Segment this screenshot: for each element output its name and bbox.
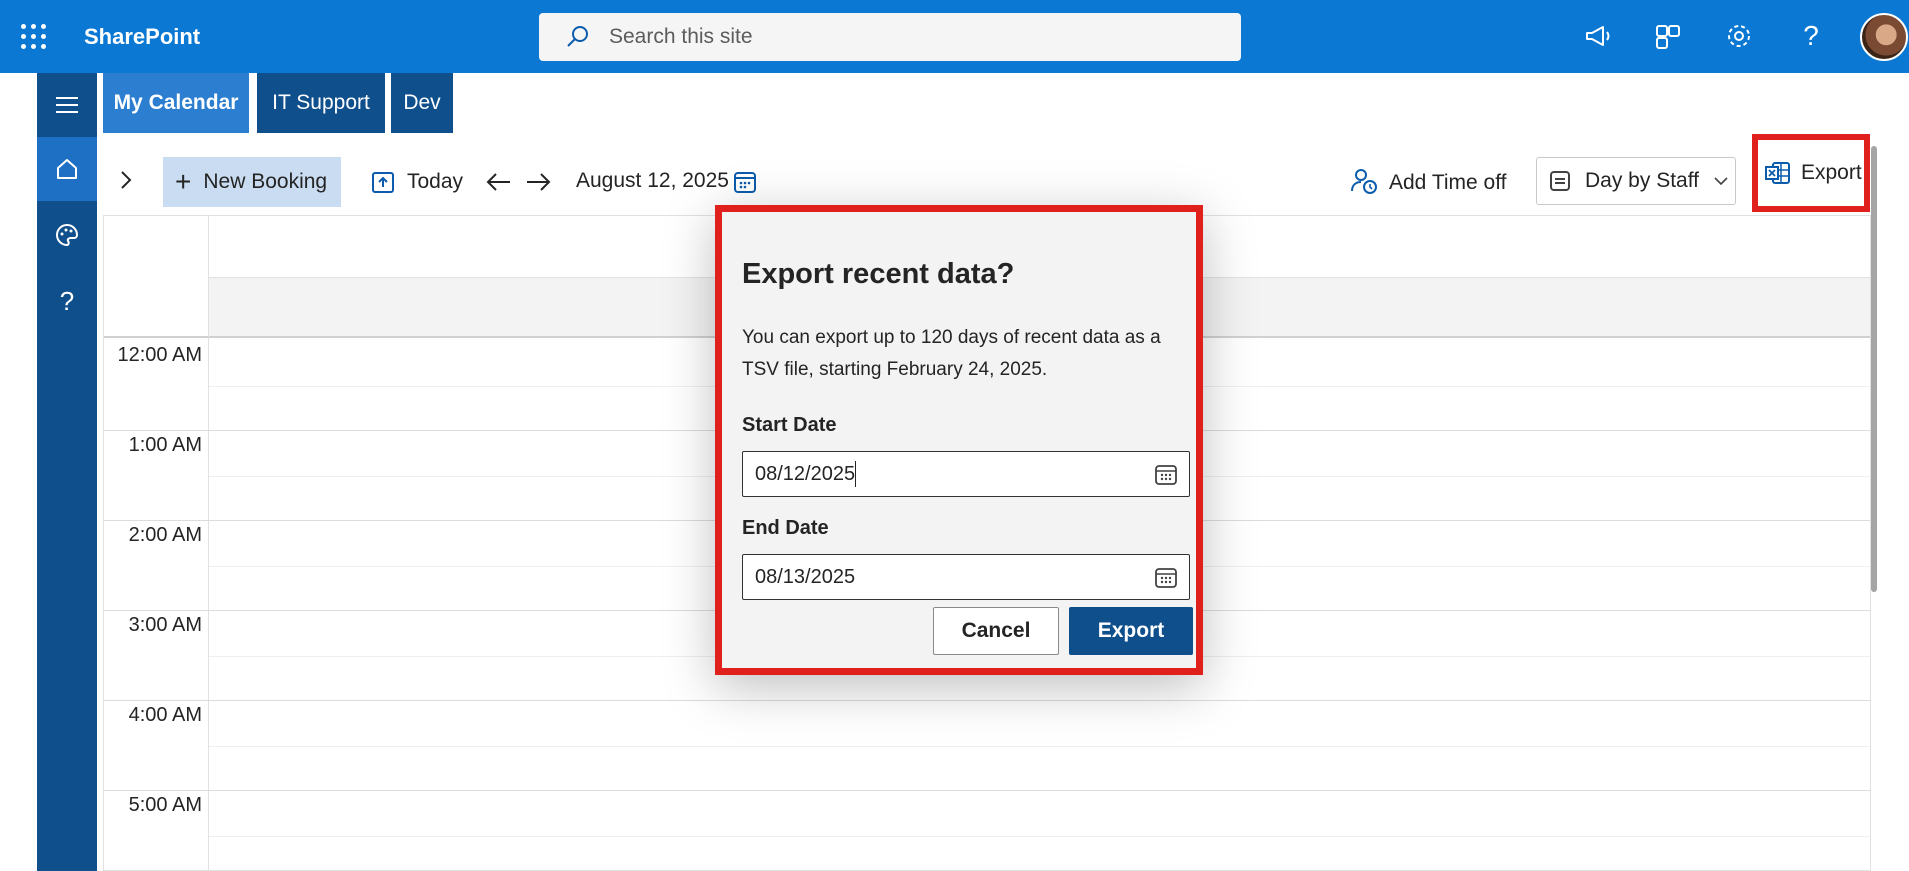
help-icon[interactable]: ? bbox=[1795, 20, 1827, 52]
arrow-left-icon[interactable] bbox=[486, 170, 512, 199]
time-label: 5:00 AM bbox=[128, 794, 202, 816]
add-time-off-button[interactable]: Add Time off bbox=[1389, 171, 1507, 195]
megaphone-icon[interactable] bbox=[1582, 20, 1614, 52]
cancel-button[interactable]: Cancel bbox=[933, 607, 1059, 655]
view-dropdown[interactable]: Day by Staff bbox=[1536, 157, 1736, 205]
expand-chevron-icon[interactable] bbox=[117, 168, 135, 197]
dialog-title: Export recent data? bbox=[742, 258, 1015, 290]
search-box[interactable]: Search this site bbox=[539, 13, 1241, 61]
end-date-label: End Date bbox=[742, 517, 829, 539]
today-button[interactable]: Today bbox=[407, 170, 463, 194]
new-booking-label: New Booking bbox=[203, 170, 328, 193]
suite-bar: SharePoint Search this site ? bbox=[0, 0, 1909, 73]
chevron-down-icon bbox=[1714, 177, 1728, 186]
half-hour-line bbox=[209, 746, 1870, 747]
person-clock-icon[interactable] bbox=[1350, 167, 1378, 200]
export-toolbar-label: Export bbox=[1801, 161, 1862, 184]
calendar-header-corner bbox=[104, 216, 209, 338]
time-label: 3:00 AM bbox=[128, 614, 202, 636]
gear-icon[interactable] bbox=[1723, 20, 1755, 52]
search-icon bbox=[567, 26, 588, 47]
home-icon[interactable] bbox=[37, 137, 97, 201]
start-date-calendar-icon[interactable] bbox=[1155, 464, 1177, 486]
hour-line bbox=[104, 790, 1870, 791]
start-date-value: 08/12/2025 bbox=[755, 462, 856, 485]
share-icon[interactable] bbox=[1652, 20, 1684, 52]
half-hour-line bbox=[209, 836, 1870, 837]
current-date[interactable]: August 12, 2025 bbox=[576, 169, 729, 193]
palette-icon[interactable] bbox=[37, 203, 97, 267]
search-placeholder[interactable]: Search this site bbox=[609, 25, 753, 49]
arrow-right-icon[interactable] bbox=[525, 170, 551, 199]
scrollbar[interactable] bbox=[1871, 146, 1877, 592]
text-cursor bbox=[855, 461, 857, 487]
time-label: 12:00 AM bbox=[117, 344, 202, 366]
app-name[interactable]: SharePoint bbox=[84, 24, 200, 50]
time-label: 2:00 AM bbox=[128, 524, 202, 546]
calendar-picker-icon[interactable] bbox=[733, 170, 757, 199]
tab-it-support[interactable]: IT Support bbox=[257, 73, 385, 133]
start-date-label: Start Date bbox=[742, 414, 837, 436]
export-confirm-button[interactable]: Export bbox=[1069, 607, 1193, 655]
dialog-message: You can export up to 120 days of recent … bbox=[742, 327, 1161, 380]
tab-dev[interactable]: Dev bbox=[391, 73, 453, 133]
avatar[interactable] bbox=[1860, 13, 1908, 61]
left-rail: ? bbox=[37, 73, 97, 871]
time-label: 4:00 AM bbox=[128, 704, 202, 726]
end-date-value: 08/13/2025 bbox=[755, 565, 856, 588]
export-toolbar-button[interactable]: Export bbox=[1752, 134, 1870, 212]
time-label: 1:00 AM bbox=[128, 434, 202, 456]
new-booking-button[interactable]: + New Booking bbox=[163, 157, 341, 207]
tab-my-calendar[interactable]: My Calendar bbox=[103, 73, 249, 133]
plus-icon: + bbox=[175, 166, 192, 197]
view-icon bbox=[1550, 171, 1570, 191]
excel-icon bbox=[1765, 162, 1790, 184]
today-icon[interactable] bbox=[371, 170, 395, 199]
export-dialog: Export recent data? You can export up to… bbox=[715, 205, 1203, 675]
end-date-calendar-icon[interactable] bbox=[1155, 567, 1177, 589]
start-date-field[interactable]: 08/12/2025 bbox=[742, 451, 1190, 497]
end-date-field[interactable]: 08/13/2025 bbox=[742, 554, 1190, 600]
hamburger-menu-icon[interactable] bbox=[37, 73, 97, 137]
app-launcher-icon[interactable] bbox=[21, 24, 47, 50]
help-rail-icon[interactable]: ? bbox=[37, 269, 97, 333]
view-label: Day by Staff bbox=[1585, 169, 1700, 192]
hour-line bbox=[104, 700, 1870, 701]
